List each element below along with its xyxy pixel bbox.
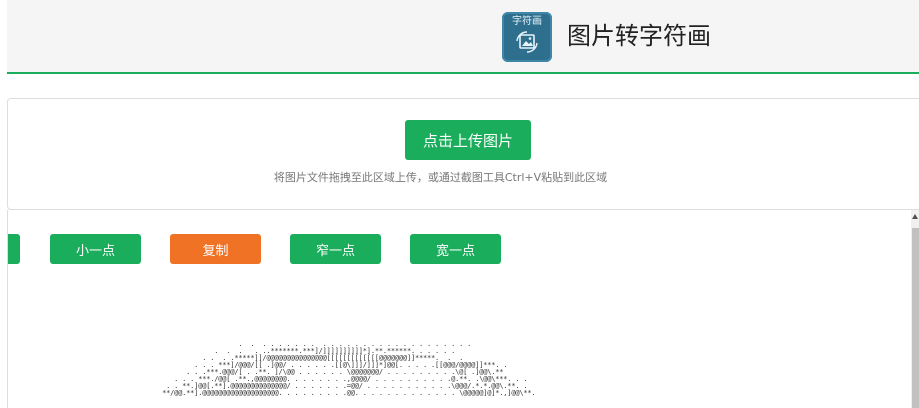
app-logo-icon: 字符画 (502, 12, 552, 62)
header-bar: 字符画 图片转字符画 (7, 0, 919, 74)
page-title: 图片转字符画 (567, 22, 711, 50)
upload-drop-zone[interactable]: 点击上传图片 将图片文件拖拽至此区域上传，或通过截图工具Ctrl+V粘贴到此区域 (7, 98, 919, 210)
upload-hint: 将图片文件拖拽至此区域上传，或通过截图工具Ctrl+V粘贴到此区域 (273, 171, 608, 184)
scroll-thumb[interactable] (912, 228, 919, 408)
wider-button[interactable]: 宽一点 (410, 234, 501, 264)
vertical-scrollbar[interactable] (911, 210, 919, 408)
image-convert-icon (516, 31, 538, 53)
copy-button[interactable]: 复制 (170, 234, 261, 264)
larger-button[interactable] (8, 234, 20, 264)
ascii-result-panel: 小一点 复制 窄一点 宽一点 . . . . . . . . . . . . .… (7, 210, 919, 408)
scroll-up-arrow-icon[interactable] (912, 214, 918, 219)
upload-image-button[interactable]: 点击上传图片 (405, 120, 531, 160)
logo-text: 字符画 (512, 16, 542, 27)
narrower-button[interactable]: 窄一点 (290, 234, 381, 264)
ascii-art-output: . . . . . . . . . . . . . . . . . . . . … (162, 340, 536, 397)
smaller-button[interactable]: 小一点 (50, 234, 141, 264)
